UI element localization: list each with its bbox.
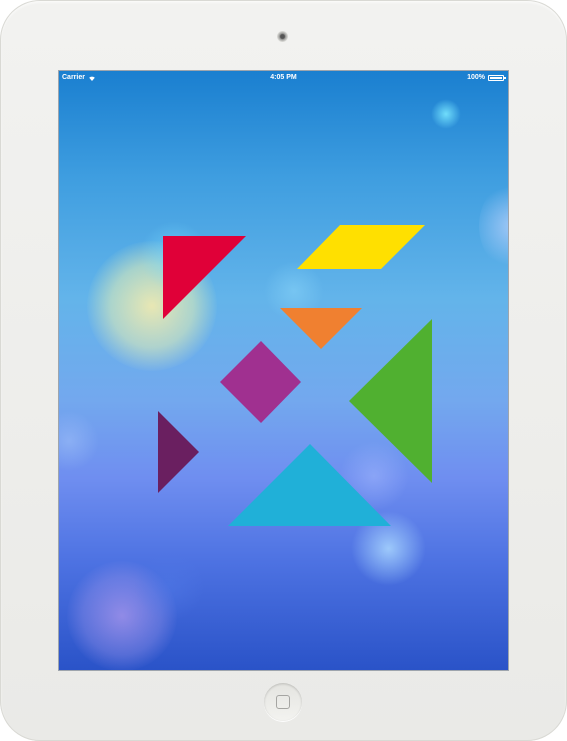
home-button-icon — [276, 695, 290, 709]
tangram-green-triangle[interactable] — [349, 319, 432, 483]
tangram-logo — [158, 225, 432, 526]
tangram-yellow-parallelogram[interactable] — [297, 225, 425, 269]
ipad-frame: Carrier 4:05 PM 100% — [0, 0, 567, 741]
tangram-dark-purple-triangle[interactable] — [158, 411, 199, 493]
camera-icon — [277, 31, 288, 42]
tangram-red-triangle[interactable] — [163, 236, 246, 319]
tangram-cyan-triangle[interactable] — [228, 444, 391, 526]
tangram-purple-square[interactable] — [220, 341, 301, 423]
tangram-orange-triangle[interactable] — [280, 308, 362, 349]
device-screen: Carrier 4:05 PM 100% — [59, 71, 508, 670]
home-button[interactable] — [264, 683, 302, 721]
